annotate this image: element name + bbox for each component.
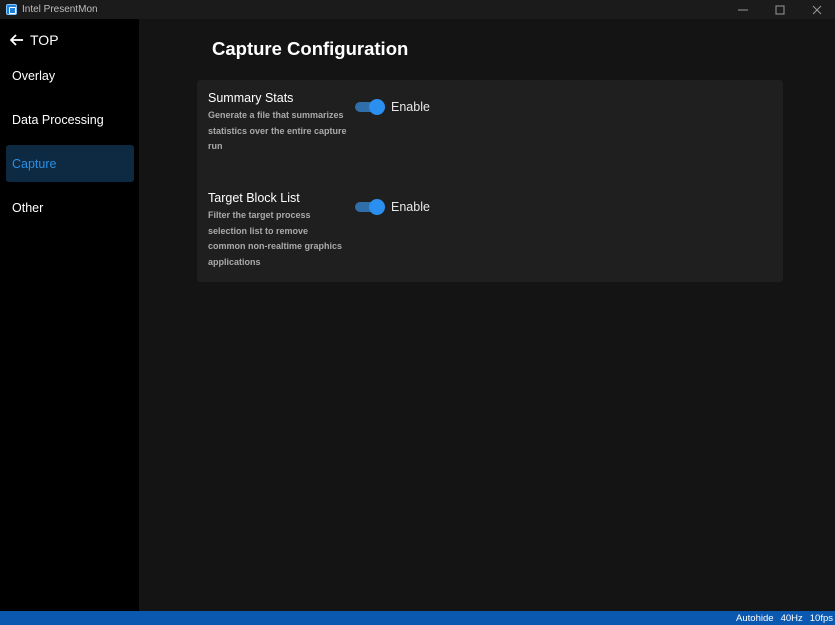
- setting-title: Target Block List: [208, 191, 300, 205]
- toggle-track: [355, 199, 385, 215]
- status-bar: Autohide 40Hz 10fps: [0, 611, 835, 625]
- target-block-list-toggle[interactable]: Enable: [355, 199, 430, 215]
- minimize-icon: [737, 9, 748, 10]
- sidebar: TOP Overlay Data Processing Capture Othe…: [0, 19, 139, 611]
- close-icon: [812, 5, 821, 14]
- page-title: Capture Configuration: [212, 38, 409, 59]
- toggle-knob: [369, 99, 385, 115]
- setting-summary-stats: Summary Stats Generate a file that summa…: [208, 91, 768, 155]
- toggle-knob: [369, 199, 385, 215]
- sidebar-item-capture[interactable]: Capture: [6, 145, 134, 182]
- status-autohide[interactable]: Autohide: [736, 613, 774, 624]
- window-title: Intel PresentMon: [22, 4, 98, 15]
- back-label: TOP: [30, 32, 59, 48]
- settings-card: Summary Stats Generate a file that summa…: [197, 80, 783, 282]
- sidebar-item-label: Overlay: [12, 68, 56, 83]
- summary-stats-toggle[interactable]: Enable: [355, 99, 430, 115]
- close-button[interactable]: [798, 0, 835, 19]
- maximize-button[interactable]: [761, 0, 798, 19]
- setting-target-block-list: Target Block List Filter the target proc…: [208, 191, 768, 270]
- window-controls: [724, 0, 835, 19]
- sidebar-item-label: Data Processing: [12, 112, 104, 127]
- status-refresh-rate[interactable]: 40Hz: [781, 613, 803, 624]
- setting-title: Summary Stats: [208, 91, 294, 105]
- sidebar-item-data-processing[interactable]: Data Processing: [6, 101, 134, 138]
- back-to-top-button[interactable]: TOP: [10, 31, 59, 49]
- sidebar-item-other[interactable]: Other: [6, 189, 134, 226]
- toggle-label: Enable: [391, 100, 430, 114]
- maximize-icon: [775, 5, 784, 14]
- sidebar-item-label: Capture: [12, 156, 57, 171]
- sidebar-item-label: Other: [12, 200, 44, 215]
- setting-description: Generate a file that summarizes statisti…: [208, 110, 347, 151]
- status-fps[interactable]: 10fps: [810, 613, 833, 624]
- toggle-track: [355, 99, 385, 115]
- setting-description: Filter the target process selection list…: [208, 210, 343, 267]
- title-bar: Intel PresentMon: [0, 0, 835, 19]
- sidebar-item-overlay[interactable]: Overlay: [6, 57, 134, 94]
- arrow-left-icon: [10, 34, 23, 46]
- minimize-button[interactable]: [724, 0, 761, 19]
- toggle-label: Enable: [391, 200, 430, 214]
- presentmon-app-icon: [6, 4, 17, 15]
